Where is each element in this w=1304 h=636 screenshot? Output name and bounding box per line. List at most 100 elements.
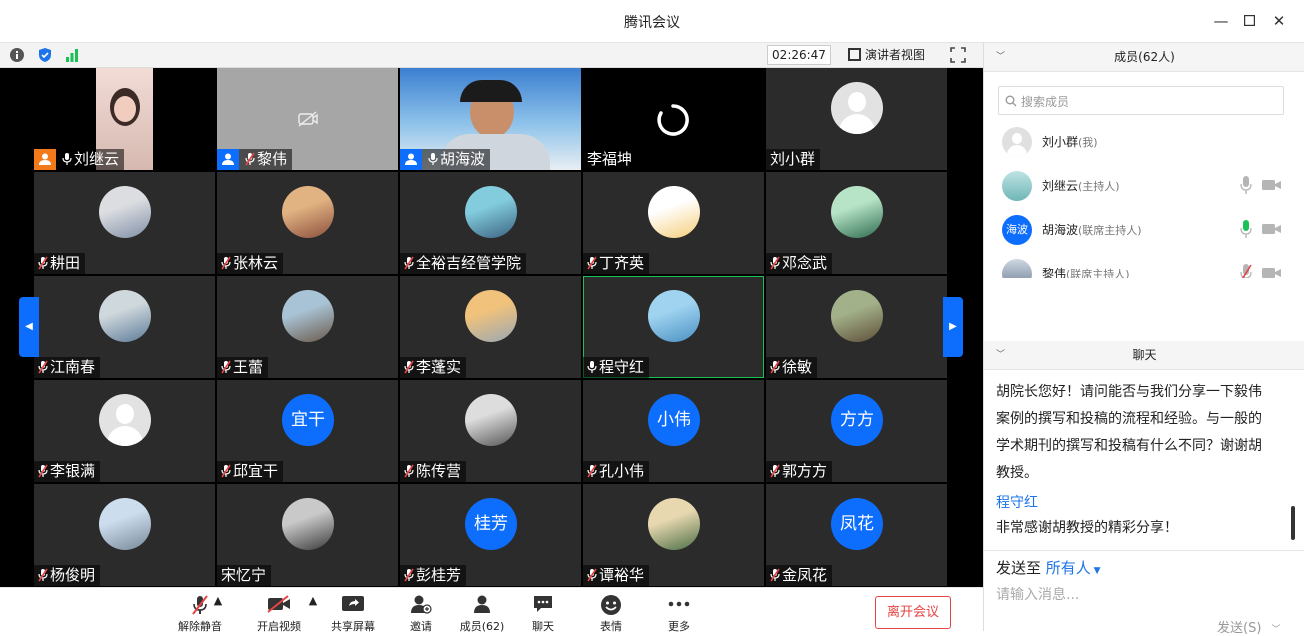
send-button[interactable]: 发送(S) ﹀ [1217,617,1281,636]
member-name: 黎伟(联席主持人) [1042,265,1130,278]
member-name-text: 刘小群 [1042,135,1079,149]
participant-tile[interactable]: 胡海波 [400,68,581,170]
speaker-view-button[interactable]: 演讲者视图 [848,45,925,65]
maximize-icon[interactable] [1238,10,1260,32]
participant-tile[interactable]: 方方 郭方方 [766,380,947,482]
participant-tile[interactable]: 小伟 孔小伟 [583,380,764,482]
chevron-down-icon[interactable]: ﹀ [996,43,1005,72]
participant-tile[interactable]: 丁齐英 [583,172,764,274]
participant-tile[interactable]: 陈传营 [400,380,581,482]
mic-icon[interactable] [1240,175,1252,195]
avatar [1002,171,1032,201]
participant-tile[interactable]: 张林云 [217,172,398,274]
participant-tile[interactable]: 宋忆宁 [217,484,398,586]
avatar [831,290,883,342]
share-screen-button[interactable]: 共享屏幕 [323,594,383,634]
start-video-label: 开启视频 [257,620,301,633]
audio-options-caret-icon[interactable]: ▲ [213,594,223,607]
prev-page-button[interactable]: ◀ [19,297,39,357]
camera-icon[interactable] [1262,179,1282,191]
send-to-selector[interactable]: 发送至 所有人 ▼ [996,557,1101,578]
side-panel: ﹀ 成员(62人) 搜索成员 刘小群(我) 刘继云(主持人) 海波 胡海波(联席主持人… [983,43,1304,636]
member-row[interactable]: 海波 胡海波(联席主持人) [1002,213,1292,249]
avatar [831,186,883,238]
next-page-button[interactable]: ▶ [943,297,963,357]
participant-tile[interactable]: 邓念武 [766,172,947,274]
member-role: (联席主持人) [1066,268,1130,278]
participant-name: 黎伟 [257,150,288,168]
member-row[interactable]: 黎伟(联席主持人) [1002,257,1292,278]
invite-button[interactable]: 邀请 [391,594,451,634]
participant-tile[interactable]: 凤花 金凤花 [766,484,947,586]
chat-line: 学术期刊的撰写和投稿有什么不同？谢谢胡 [996,438,1262,454]
speaker-view-label: 演讲者视图 [865,48,926,62]
member-search-input[interactable]: 搜索成员 [998,86,1284,115]
more-button[interactable]: 更多 [649,594,709,634]
participant-name: 耕田 [50,254,81,272]
participant-tile[interactable]: 李蓬实 [400,276,581,378]
chat-line: 胡院长您好！请问能否与我们分享一下毅伟 [996,384,1262,400]
participant-name: 孔小伟 [599,462,645,480]
caret-down-icon[interactable]: ▼ [1091,566,1101,576]
participant-tile[interactable]: 黎伟 [217,68,398,170]
participant-tile[interactable]: 刘小群 [766,68,947,170]
mic-muted-icon [36,462,50,482]
avatar [282,290,334,342]
chat-button[interactable]: 聊天 [513,594,573,634]
chevron-down-icon[interactable]: ﹀ [996,341,1005,370]
unmute-label: 解除静音 [178,620,222,633]
avatar [648,290,700,342]
host-badge-icon [34,149,56,170]
send-to-target[interactable]: 所有人 [1046,559,1091,577]
chat-label: 聊天 [532,620,554,633]
participant-name: 丁齐英 [599,254,645,272]
participant-tile[interactable]: 程守红 [583,276,764,378]
chat-sender-name[interactable]: 程守红 [996,492,1038,512]
participant-name: 李蓬实 [416,358,462,376]
participant-tile[interactable]: 王蕾 [217,276,398,378]
participant-name-tag: 江南春 [34,357,101,378]
mic-muted-icon[interactable] [1240,263,1252,278]
participant-name-tag: 胡海波 [400,149,491,170]
participant-name-tag: 邓念武 [766,253,833,274]
participant-tile[interactable]: 桂芳 彭桂芳 [400,484,581,586]
member-row[interactable]: 刘继云(主持人) [1002,169,1292,205]
participant-tile[interactable]: 全裕吉经管学院 [400,172,581,274]
chat-scrollbar[interactable] [1291,506,1295,540]
participant-tile[interactable]: 江南春 [34,276,215,378]
send-to-label: 发送至 [996,559,1042,577]
mic-icon[interactable] [1240,219,1252,239]
shield-icon[interactable] [37,47,53,63]
signal-icon[interactable] [64,47,80,63]
participant-tile[interactable]: 谭裕华 [583,484,764,586]
fullscreen-icon[interactable] [950,47,966,63]
member-row[interactable]: 刘小群(我) [1002,125,1292,161]
close-icon[interactable]: ✕ [1268,10,1290,32]
camera-icon[interactable] [1262,267,1282,278]
send-options-icon[interactable]: ﹀ [1272,625,1281,635]
participant-tile[interactable]: 刘继云 [34,68,215,170]
info-icon[interactable] [9,47,25,63]
start-video-button[interactable]: 开启视频 [249,594,309,634]
chat-input[interactable]: 请输入消息... [996,584,1079,604]
invite-label: 邀请 [410,620,432,633]
video-options-caret-icon[interactable]: ▲ [308,594,318,607]
members-button[interactable]: 成员(62) [452,594,512,634]
chat-header[interactable]: ﹀ 聊天 [984,341,1304,370]
camera-icon[interactable] [1262,223,1282,235]
participant-tile[interactable]: 宜干 邱宜干 [217,380,398,482]
participant-name: 陈传营 [416,462,462,480]
share-screen-icon [323,594,383,618]
participant-tile[interactable]: 耕田 [34,172,215,274]
mic-muted-icon [585,254,599,274]
leave-meeting-button[interactable]: 离开会议 [875,596,951,629]
participant-tile[interactable]: 徐敏 [766,276,947,378]
reactions-button[interactable]: 表情 [581,594,641,634]
participant-tile[interactable]: 李银满 [34,380,215,482]
mic-muted-icon [402,566,416,586]
participant-name: 刘继云 [74,150,120,168]
minimize-icon[interactable]: — [1210,10,1232,32]
participant-tile[interactable]: 杨俊明 [34,484,215,586]
participant-tile[interactable]: 李福坤 [583,68,764,170]
members-header[interactable]: ﹀ 成员(62人) [984,43,1304,72]
